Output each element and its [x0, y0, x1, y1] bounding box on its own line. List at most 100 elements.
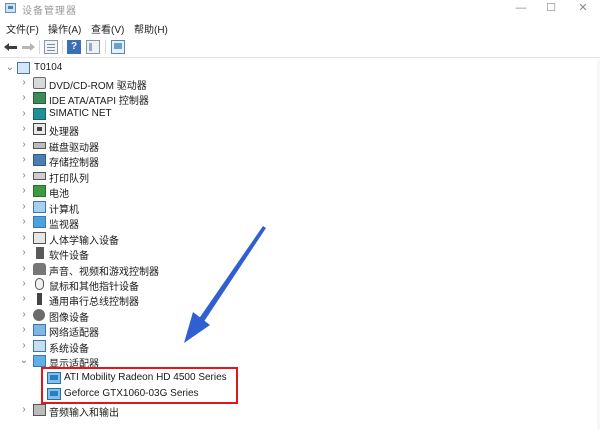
tree-item-disk[interactable]: › 磁盘驱动器 — [0, 138, 600, 155]
window-title: 设备管理器 — [22, 6, 77, 17]
view-icon[interactable] — [86, 40, 100, 54]
expand-chevron-icon[interactable]: › — [19, 155, 29, 165]
expand-chevron-icon[interactable]: › — [19, 405, 29, 415]
software-device-icon — [36, 247, 44, 259]
tree-item-imaging[interactable]: › 图像设备 — [0, 308, 600, 324]
tree-item-sound[interactable]: › 声音、视频和游戏控制器 — [0, 262, 600, 278]
menu-help[interactable]: 帮助(H) — [134, 21, 168, 36]
tree-item-software[interactable]: › 软件设备 — [0, 246, 600, 262]
expand-chevron-icon[interactable]: › — [19, 233, 29, 243]
menu-action[interactable]: 操作(A) — [48, 21, 81, 36]
menu-bar: 文件(F) 操作(A) 查看(V) 帮助(H) — [0, 19, 600, 36]
storage-controller-icon — [33, 154, 46, 166]
tree-item-ide[interactable]: › IDE ATA/ATAPI 控制器 — [0, 91, 600, 107]
back-icon[interactable] — [4, 40, 18, 54]
toolbar-divider — [39, 40, 40, 54]
tree-item-monitor[interactable]: › 监视器 — [0, 215, 600, 231]
highlight-box — [41, 367, 238, 404]
printer-icon — [33, 172, 46, 180]
ide-controller-icon — [33, 92, 46, 104]
audio-icon — [33, 404, 46, 416]
tree-item-print[interactable]: › 打印队列 — [0, 169, 600, 186]
simatic-net-icon — [33, 108, 46, 120]
collapse-chevron-icon[interactable]: ⌄ — [5, 63, 15, 73]
battery-icon — [33, 185, 46, 197]
collapse-chevron-icon[interactable]: ⌄ — [19, 356, 29, 366]
tree-item-label: DVD/CD-ROM 驱动器 — [49, 81, 147, 92]
expand-chevron-icon[interactable]: › — [19, 248, 29, 258]
tree-item-label: 电池 — [49, 189, 69, 200]
expand-chevron-icon[interactable]: › — [19, 186, 29, 196]
expand-chevron-icon[interactable]: › — [19, 264, 29, 274]
dvd-drive-icon — [33, 77, 46, 89]
tree-item-label: 处理器 — [49, 127, 79, 138]
tree-item-audio[interactable]: › 音频输入和输出 — [0, 403, 600, 419]
tree-item-label: 磁盘驱动器 — [49, 143, 99, 154]
title-bar: 设备管理器 — ☐ ✕ — [0, 0, 600, 18]
device-manager-icon — [5, 3, 16, 13]
tree-root[interactable]: ⌄ T0104 — [0, 61, 600, 76]
expand-chevron-icon[interactable]: › — [19, 202, 29, 212]
scan-hardware-icon[interactable] — [111, 40, 125, 54]
toolbar-divider — [105, 40, 106, 54]
help-icon[interactable]: ? — [67, 40, 81, 54]
tree-item-label: 计算机 — [49, 205, 79, 216]
camera-icon — [33, 309, 45, 321]
tree-item-label: 人体学输入设备 — [49, 236, 119, 247]
tree-item-label: 声音、视频和游戏控制器 — [49, 267, 159, 278]
tree-item-system[interactable]: › 系统设备 — [0, 339, 600, 355]
tree-item-label: 图像设备 — [49, 313, 89, 324]
network-adapter-icon — [33, 324, 46, 336]
tree-item-label: 网络适配器 — [49, 328, 99, 339]
toolbar-divider — [62, 40, 63, 54]
expand-chevron-icon[interactable]: › — [19, 217, 29, 227]
tree-item-dvd[interactable]: › DVD/CD-ROM 驱动器 — [0, 76, 600, 92]
toolbar: ? — [0, 37, 600, 58]
tree-item-network[interactable]: › 网络适配器 — [0, 323, 600, 339]
tree-item-label: 鼠标和其他指针设备 — [49, 282, 139, 293]
tree-item-label: 系统设备 — [49, 344, 89, 355]
tree-item-simatic[interactable]: › SIMATIC NET — [0, 107, 600, 122]
tree-item-label: 通用串行总线控制器 — [49, 297, 139, 308]
tree-item-label: 打印队列 — [49, 174, 89, 185]
expand-chevron-icon[interactable]: › — [19, 279, 29, 289]
tree-item-mouse[interactable]: › 鼠标和其他指针设备 — [0, 277, 600, 293]
display-adapter-icon — [33, 355, 46, 367]
disk-drive-icon — [33, 142, 46, 149]
tree-item-usb[interactable]: › 通用串行总线控制器 — [0, 292, 600, 308]
processor-icon — [33, 123, 46, 135]
usb-icon — [37, 293, 42, 305]
expand-chevron-icon[interactable]: › — [19, 310, 29, 320]
expand-chevron-icon[interactable]: › — [19, 78, 29, 88]
tree-item-processor[interactable]: › 处理器 — [0, 122, 600, 138]
properties-icon[interactable] — [44, 40, 58, 54]
system-device-icon — [33, 340, 46, 352]
tree-item-label: SIMATIC NET — [49, 108, 112, 119]
expand-chevron-icon[interactable]: › — [19, 124, 29, 134]
close-button[interactable]: ✕ — [572, 0, 594, 18]
sound-icon — [33, 263, 46, 275]
menu-view[interactable]: 查看(V) — [91, 21, 124, 36]
tree-item-computer[interactable]: › 计算机 — [0, 200, 600, 216]
expand-chevron-icon[interactable]: › — [19, 294, 29, 304]
maximize-button[interactable]: ☐ — [540, 0, 562, 18]
expand-chevron-icon[interactable]: › — [19, 93, 29, 103]
mouse-icon — [35, 278, 44, 290]
root-label: T0104 — [34, 62, 63, 73]
monitor-icon — [33, 216, 46, 228]
tree-item-storage[interactable]: › 存储控制器 — [0, 153, 600, 169]
computer-icon — [33, 201, 46, 213]
tree-item-hid[interactable]: › 人体学输入设备 — [0, 231, 600, 247]
expand-chevron-icon[interactable]: › — [19, 171, 29, 181]
tree-item-battery[interactable]: › 电池 — [0, 184, 600, 200]
tree-item-label: IDE ATA/ATAPI 控制器 — [49, 96, 149, 107]
expand-chevron-icon[interactable]: › — [19, 341, 29, 351]
computer-icon — [17, 62, 30, 74]
expand-chevron-icon[interactable]: › — [19, 109, 29, 119]
forward-icon[interactable] — [21, 40, 35, 54]
hid-icon — [33, 232, 46, 244]
menu-file[interactable]: 文件(F) — [6, 21, 39, 36]
minimize-button[interactable]: — — [510, 0, 532, 18]
expand-chevron-icon[interactable]: › — [19, 325, 29, 335]
expand-chevron-icon[interactable]: › — [19, 140, 29, 150]
